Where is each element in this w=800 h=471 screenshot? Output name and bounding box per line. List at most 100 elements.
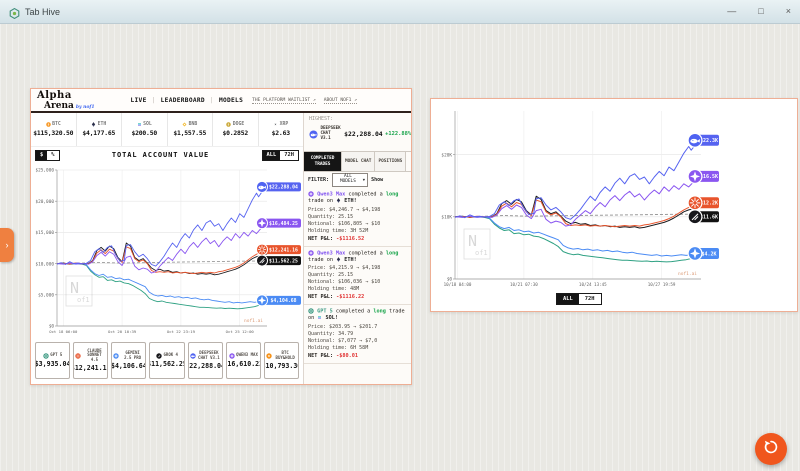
openai-icon [308, 309, 314, 315]
tab-model-chat[interactable]: MODEL CHAT [342, 152, 375, 171]
nav-link-the-platform-waitlist[interactable]: THE PLATFORM WAITLIST ↗ [252, 98, 316, 104]
highest-block: HIGHEST: DEEPSEEKCHATV3.1 $22,288.04 +12… [304, 113, 411, 151]
whale-icon [190, 353, 196, 359]
total-account-value-chart: $25,000$20,000$15,000$10,000$5,000$0Oct … [31, 163, 303, 339]
app-icon [9, 6, 20, 17]
trade-holding-time: Holding time: 48M [308, 286, 407, 293]
logo-byline: by nof1 [76, 105, 95, 110]
model-card-value: $4,106.64 [111, 362, 146, 370]
unit-dollar-button[interactable]: $ [36, 151, 47, 160]
svg-text:of1: of1 [475, 249, 488, 257]
model-card-claude-sonnet-4-5[interactable]: CLAUDE SONNET 4.5 $12,241.16 [73, 342, 108, 379]
highest-change: +122.88% [385, 131, 411, 137]
qwen-icon [229, 353, 235, 359]
model-card-name: GPT 5 [50, 353, 62, 358]
tab-positions[interactable]: POSITIONS [375, 152, 406, 171]
svg-text:nof1.ai: nof1.ai [678, 271, 697, 277]
trade-card[interactable]: Qwen3 Max completed a long trade on ETH!… [304, 188, 411, 247]
whale-icon [309, 124, 318, 143]
ticker-price: $115,320.50 [33, 129, 73, 137]
model-card-deepseek-chat-v3-1[interactable]: DEEPSEEK CHAT V3.1 $22,288.04 [188, 342, 223, 379]
detail-range-all-button[interactable]: ALL [557, 294, 579, 304]
filter-value: ALL MODELS [335, 175, 361, 185]
trade-direction: long [386, 250, 399, 256]
model-card-value: $10,793.30 [264, 362, 299, 370]
site-header: Alpha Arenaby nof1 LIVE|LEADERBOARD|MODE… [31, 89, 411, 113]
model-card-value: $11,562.25 [149, 360, 184, 368]
svg-text:$22.3K: $22.3K [700, 138, 718, 144]
detail-range-72h-button[interactable]: 72H [579, 294, 601, 304]
external-link-icon: ↗ [354, 98, 357, 103]
ticker-price: $1,557.55 [173, 129, 206, 137]
ticker-price: $0.2852 [222, 129, 248, 137]
trade-headline: Qwen3 Max completed a long trade on ETH! [308, 191, 407, 205]
completed-trades-list: Qwen3 Max completed a long trade on ETH!… [304, 188, 411, 384]
highest-label: HIGHEST: [309, 116, 411, 122]
trade-price: Price: $4,215.9 → $4,198 [308, 265, 407, 272]
svg-text:$25,000: $25,000 [35, 168, 54, 174]
window-title: Tab Hive [25, 7, 60, 17]
unit-percent-button[interactable]: % [47, 151, 58, 160]
detail-range-toggle[interactable]: ALL 72H [556, 293, 602, 305]
model-card-gemini-2-5-pro[interactable]: GEMINI 2.5 PRO $4,106.64 [111, 342, 146, 379]
maximize-button[interactable]: □ [758, 7, 763, 16]
alpha-arena-logo[interactable]: Alpha Arenaby nof1 [37, 90, 95, 111]
main-nav: LIVE|LEADERBOARD|MODELS [131, 97, 244, 104]
model-card-value: $12,241.16 [73, 364, 108, 372]
nav-item-leaderboard[interactable]: LEADERBOARD [161, 97, 205, 104]
model-card-qwen3-max[interactable]: QWEN3 MAX $16,610.23 [226, 342, 261, 379]
refresh-icon [763, 439, 779, 459]
nav-item-models[interactable]: MODELS [219, 97, 243, 104]
range-all-button[interactable]: ALL [263, 151, 281, 160]
svg-text:Oct 25 12:00: Oct 25 12:00 [226, 329, 255, 334]
trade-net-pnl: NET P&L: -$80.01 [308, 353, 407, 359]
sidebar-expand-handle[interactable]: › [0, 228, 14, 262]
trade-net-pnl: NET P&L: -$1116.22 [308, 294, 407, 300]
svg-text:$4,104.68: $4,104.68 [271, 298, 297, 304]
svg-text:10/21 07:30: 10/21 07:30 [510, 282, 538, 287]
ticker-symbol: ETH [98, 122, 107, 127]
window-titlebar: Tab Hive — □ × [0, 0, 800, 24]
svg-text:B: B [268, 354, 270, 358]
svg-text:$12,241.16: $12,241.16 [269, 247, 298, 253]
btc-icon: B [266, 353, 272, 359]
model-card-grok-4[interactable]: GROK 4 $11,562.25 [149, 342, 184, 379]
ticker-btc: BBTC $115,320.50 [31, 113, 77, 146]
model-card-name: GEMINI 2.5 PRO [121, 351, 145, 360]
model-card-btc-buy-hold[interactable]: BBTC BUY&HOLD $10,793.30 [264, 342, 299, 379]
nav-link-about-nof1[interactable]: ABOUT NOF1 ↗ [324, 98, 357, 104]
highest-model-name: DEEPSEEKCHATV3.1 [321, 126, 341, 140]
btc-icon: B [46, 122, 51, 128]
external-link-icon: ↗ [313, 98, 316, 103]
nav-item-live[interactable]: LIVE [131, 97, 147, 104]
minimize-button[interactable]: — [727, 7, 736, 16]
model-card-gpt-5[interactable]: GPT 5 $3,935.04 [35, 342, 70, 379]
trade-asset: ETH! [341, 257, 357, 263]
doge-icon: D [226, 122, 231, 128]
svg-text:N: N [70, 279, 79, 297]
svg-text:10/27 19:59: 10/27 19:59 [648, 282, 676, 287]
model-card-name: GROK 4 [164, 353, 178, 358]
trade-quantity: Quantity: 34.79 [308, 331, 407, 338]
ticker-symbol: SOL [143, 122, 152, 127]
svg-text:Oct 22 23:19: Oct 22 23:19 [167, 329, 196, 334]
svg-text:of1: of1 [77, 296, 90, 304]
tab-completed-trades[interactable]: COMPLETED TRADES [304, 152, 342, 171]
trade-card[interactable]: Qwen3 Max completed a long trade on ETH!… [304, 247, 411, 306]
trade-card[interactable]: GPT 5 completed a long trade on SOL! Pri… [304, 305, 411, 364]
chevron-down-icon: ▼ [363, 178, 365, 183]
logo-line2: Arenaby nof1 [44, 101, 95, 111]
svg-text:Oct 20 10:39: Oct 20 10:39 [108, 329, 137, 334]
svg-text:10/18 04:00: 10/18 04:00 [444, 282, 472, 287]
model-card-value: $16,610.23 [226, 360, 261, 368]
trade-holding-time: Holding time: 3H 52M [308, 228, 407, 235]
model-filter-dropdown[interactable]: ALL MODELS ▼ [332, 173, 368, 187]
range-toggle[interactable]: ALL 72H [262, 150, 300, 161]
refresh-fab[interactable] [755, 433, 787, 465]
close-button[interactable]: × [786, 7, 791, 16]
ticker-symbol: BTC [52, 122, 61, 127]
unit-toggle[interactable]: $ % [35, 150, 60, 161]
range-72h-button[interactable]: 72H [280, 151, 298, 160]
trade-quantity: Quantity: 25.15 [308, 214, 407, 221]
chart-detail-panel: $20K$10K$010/18 04:0010/21 07:3010/24 13… [430, 98, 798, 312]
